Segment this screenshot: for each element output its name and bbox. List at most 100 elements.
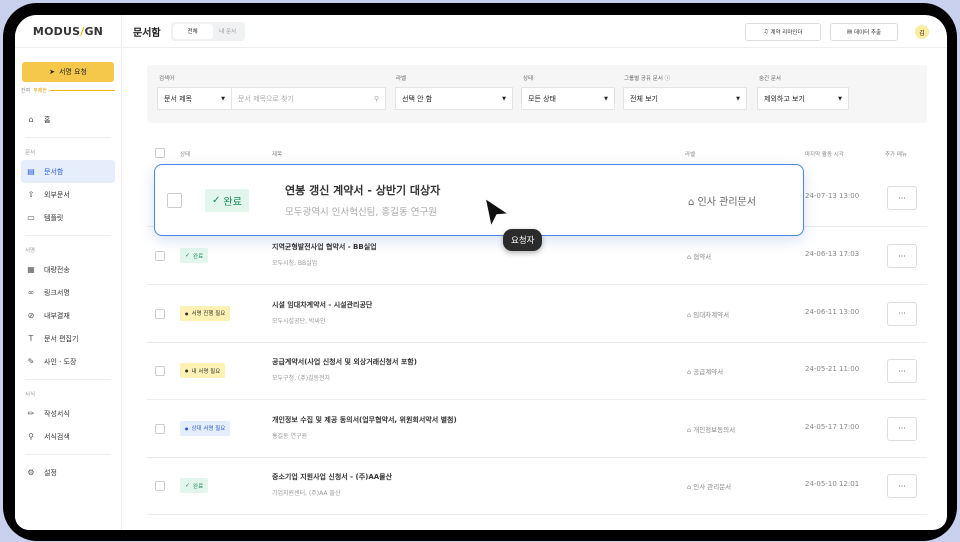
highlighted-row-card[interactable]: ✓ 완료 연봉 갱신 계약서 - 상반기 대상자 모두광역시 인사혁신팀, 홍길동… xyxy=(154,164,804,236)
status-badge: ● 상대 서명 필요 xyxy=(180,420,231,436)
row-checkbox[interactable] xyxy=(167,193,182,208)
tab-all[interactable]: 전체 xyxy=(172,23,213,39)
pen-icon: ✎ xyxy=(27,357,35,366)
search-label: 검색어 xyxy=(159,76,175,82)
status-badge: ● 내 서명 필요 xyxy=(180,363,226,378)
group-select[interactable]: 전체 보기 ▼ xyxy=(623,87,747,110)
status-badge: ✓ 완료 xyxy=(180,248,209,263)
document-title[interactable]: 개인정보 수집 및 제공 동의서(업무협약서, 위원회서약서 별첨) xyxy=(272,415,457,425)
document-parties: 홍길동 연구원 xyxy=(272,432,308,440)
export-button[interactable]: ▤ 데이터 추출 xyxy=(830,23,898,41)
document-parties: 기업지원센터, (주)AA 물산 xyxy=(272,490,341,497)
row-checkbox[interactable] xyxy=(155,308,165,319)
avatar[interactable]: 김 xyxy=(915,25,929,39)
more-button[interactable]: ··· xyxy=(887,359,917,383)
tab-my-docs[interactable]: 내 문서 xyxy=(213,24,243,39)
app-screen: MODUS / GN ➤ 서명 요청 잔여 무제한 ⌂ 홈 문서 ▤ 문서함 ⇧ 외부문서 ▭… xyxy=(15,15,947,530)
send-icon: ➤ xyxy=(49,68,55,76)
document-label: ⌂ 공급계약서 xyxy=(687,368,724,376)
sidebar-item-settings[interactable]: ⚙ 설정 xyxy=(21,461,115,484)
sidebar-item-template[interactable]: ▭ 템플릿 xyxy=(21,206,115,229)
document-title[interactable]: 공급계약서(사업 신청서 및 외상거래신청서 포함) xyxy=(272,357,417,367)
sidebar-item-form-search[interactable]: ⚲ 서식검색 xyxy=(21,425,115,448)
document-title[interactable]: 시설 임대차계약서 - 시설관리공단 xyxy=(272,300,372,310)
tag-icon: ⌂ xyxy=(687,483,692,491)
row-checkbox[interactable] xyxy=(155,481,165,491)
remaining-quota: 잔여 무제한 xyxy=(21,87,115,94)
sidebar-item-home[interactable]: ⌂ 홈 xyxy=(21,108,115,131)
gear-icon: ⚙ xyxy=(27,468,35,477)
last-activity-time: 24-06-11 13:00 xyxy=(805,307,860,316)
sidebar-item-approval[interactable]: ⊘ 내부결재 xyxy=(21,304,115,327)
hidden-select[interactable]: 제외하고 보기 ▼ xyxy=(757,87,849,110)
search-type-select[interactable]: 문서 제목 ▼ xyxy=(157,87,232,110)
dot-icon: ● xyxy=(185,425,189,431)
document-label: ⌂ 개인정보동의서 xyxy=(687,425,736,434)
select-all-checkbox[interactable] xyxy=(155,148,165,158)
table-icon: ▦ xyxy=(27,265,35,274)
table-header: 상태 제목 라벨 마지막 활동 시각 추가 메뉴 xyxy=(147,148,927,162)
check-circle-icon: ⊘ xyxy=(27,311,35,320)
row-checkbox[interactable] xyxy=(155,251,165,261)
section-title: 서명 xyxy=(25,248,36,254)
status-select[interactable]: 모든 상태 ▼ xyxy=(521,87,615,110)
help-icon[interactable]: ⓘ xyxy=(665,76,671,82)
more-button[interactable]: ··· xyxy=(887,474,917,498)
reminder-button[interactable]: ♫ 계약 리마인더 xyxy=(745,23,821,41)
sidebar-item-link[interactable]: ∞ 링크서명 xyxy=(21,281,115,304)
sidebar-item-bulk[interactable]: ▦ 대량전송 xyxy=(21,258,115,281)
sidebar-item-write-form[interactable]: ✏ 작성서식 xyxy=(21,402,115,425)
label-select[interactable]: 선택 안 함 ▼ xyxy=(395,87,513,110)
table-row[interactable]: ● 서명 진행 필요 시설 임대차계약서 - 시설관리공단 모두시설공단, 박싸인… xyxy=(147,286,927,343)
status-badge: ✓ 완료 xyxy=(205,189,249,212)
sidebar-item-external[interactable]: ⇧ 외부문서 xyxy=(21,183,115,206)
document-label: ⌂ 임대차계약서 xyxy=(687,310,730,319)
document-parties: 모두광역시 인사혁신팀, 홍길동 연구원 xyxy=(285,207,437,218)
group-filter-label: 그룹별 공유 문서 ⓘ xyxy=(624,76,671,82)
tag-icon: ⌂ xyxy=(687,253,692,261)
header: 문서함 전체 내 문서 ♫ 계약 리마인더 ▤ 데이터 추출 김 xyxy=(123,15,947,48)
more-button[interactable]: ··· xyxy=(887,301,917,326)
row-checkbox[interactable] xyxy=(155,366,165,376)
status-badge: ● 서명 진행 필요 xyxy=(180,305,231,321)
tag-icon: ⌂ xyxy=(688,197,695,208)
search-input[interactable]: 문서 제목으로 찾기 ⚲ xyxy=(231,87,386,110)
last-activity-time: 24-05-17 17:00 xyxy=(805,422,860,431)
sidebar-item-editor[interactable]: T 문서 편집기 xyxy=(21,327,115,350)
label-filter-label: 라벨 xyxy=(396,76,407,82)
tag-icon: ⌂ xyxy=(687,310,692,319)
more-button[interactable]: ··· xyxy=(887,244,917,268)
caret-down-icon: ▼ xyxy=(604,95,608,102)
sidebar-item-sign[interactable]: ✎ 사인 · 도장 xyxy=(21,350,115,373)
document-label: ⌂ 인사 관리문서 xyxy=(688,197,756,208)
text-icon: T xyxy=(28,334,34,343)
export-icon: ▤ xyxy=(846,29,853,35)
sidebar: MODUS / GN ➤ 서명 요청 잔여 무제한 ⌂ 홈 문서 ▤ 문서함 ⇧ 외부문서 ▭… xyxy=(15,15,122,530)
table-row[interactable]: ● 상대 서명 필요 개인정보 수집 및 제공 동의서(업무협약서, 위원회서약서… xyxy=(147,401,927,458)
logo[interactable]: MODUS / GN xyxy=(15,15,121,48)
table-row[interactable]: ● 내 서명 필요 공급계약서(사업 신청서 및 외상거래신청서 포함) 모두구청… xyxy=(147,343,927,400)
page-title: 문서함 xyxy=(133,27,161,39)
document-title[interactable]: 연봉 갱신 계약서 - 상반기 대상자 xyxy=(285,182,440,198)
inbox-icon: ▤ xyxy=(27,167,35,176)
status-badge: ✓ 완료 xyxy=(180,478,209,493)
check-icon: ✓ xyxy=(212,195,221,206)
sign-request-button[interactable]: ➤ 서명 요청 xyxy=(22,62,114,82)
search-icon: ⚲ xyxy=(28,432,34,441)
search-icon: ⚲ xyxy=(373,94,379,103)
dot-icon: ● xyxy=(185,368,189,373)
sidebar-item-inbox[interactable]: ▤ 문서함 xyxy=(21,160,115,183)
row-checkbox[interactable] xyxy=(155,423,165,434)
pencil-icon: ✏ xyxy=(27,409,35,418)
caret-down-icon: ▼ xyxy=(736,95,740,102)
last-activity-time: 24-05-21 11:00 xyxy=(805,365,860,373)
table-row[interactable]: ✓ 완료 중소기업 지원사업 신청서 - (주)AA물산 기업지원센터, (주)A… xyxy=(147,458,927,515)
more-button[interactable]: ··· xyxy=(887,416,917,441)
document-parties: 모두시청, BB실업 xyxy=(272,260,318,267)
more-button[interactable]: ··· xyxy=(887,186,917,210)
document-title[interactable]: 중소기업 지원사업 신청서 - (주)AA물산 xyxy=(272,472,392,482)
document-title[interactable]: 지역균형발전사업 협약서 - BB실업 xyxy=(272,242,377,252)
link-icon: ∞ xyxy=(27,288,35,297)
cursor-icon xyxy=(483,196,512,230)
hidden-filter-label: 숨긴 문서 xyxy=(759,76,781,82)
